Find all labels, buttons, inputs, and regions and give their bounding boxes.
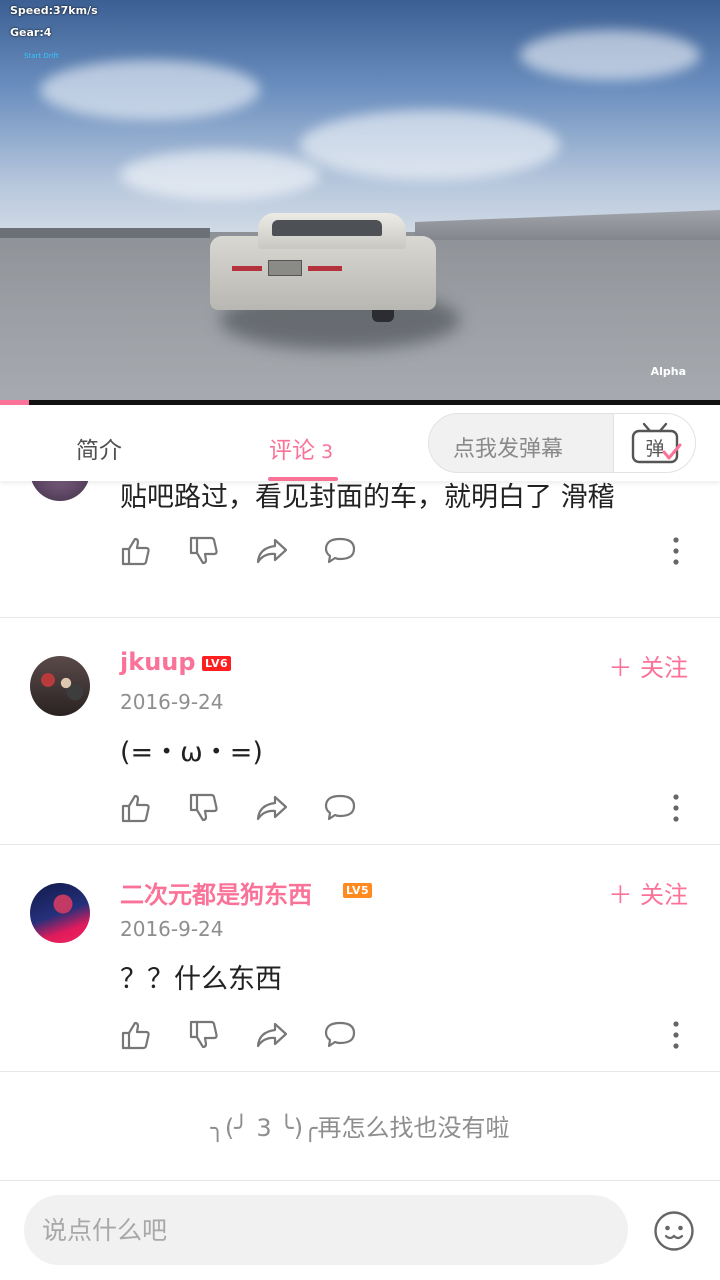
sky-cloud xyxy=(300,110,560,180)
plus-icon: ＋ xyxy=(608,881,640,909)
vertical-dots-icon xyxy=(673,1021,679,1049)
vertical-dots-icon xyxy=(673,537,679,565)
emoji-icon xyxy=(654,1211,694,1251)
thumbs-down-icon xyxy=(189,1020,218,1049)
reply-button[interactable] xyxy=(323,534,357,568)
tab-comments-count: 3 xyxy=(321,441,334,463)
reply-button[interactable] xyxy=(323,1018,357,1052)
barrier-left xyxy=(0,228,210,238)
danmaku-tv-icon: 弹 xyxy=(631,422,682,464)
sky-cloud xyxy=(40,60,260,120)
share-button[interactable] xyxy=(255,791,289,825)
avatar[interactable] xyxy=(30,883,90,943)
video-player[interactable]: Speed:37km/s Gear:4 Start Drift Alpha xyxy=(0,0,720,405)
tab-comments-label: 评论 xyxy=(269,438,315,464)
car-taillight xyxy=(232,266,262,271)
follow-label: 关注 xyxy=(640,881,688,909)
follow-button[interactable]: ＋ 关注 xyxy=(608,875,688,910)
speech-bubble-icon xyxy=(324,537,356,564)
comment-text: ？？什么东西 xyxy=(120,964,282,995)
comment-date: 2016-9-24 xyxy=(120,690,224,714)
thumbs-up-icon xyxy=(121,1021,150,1050)
barrier-right xyxy=(415,210,720,240)
car-taillight xyxy=(308,266,342,271)
avatar[interactable] xyxy=(30,656,90,716)
comment-date: 2016-9-24 xyxy=(120,917,224,941)
username[interactable]: jkuup xyxy=(120,648,196,676)
share-arrow-icon xyxy=(256,795,288,821)
level-badge: LV6 xyxy=(202,656,232,671)
more-options-button[interactable] xyxy=(666,791,686,825)
danmaku-entry[interactable]: 点我发弹幕 弹 xyxy=(428,413,696,473)
speech-bubble-icon xyxy=(324,794,356,821)
thumbs-down-icon xyxy=(189,536,218,565)
alpha-watermark: Alpha xyxy=(650,365,686,378)
gear-readout: Gear:4 xyxy=(10,26,52,39)
thumbs-down-icon xyxy=(189,793,218,822)
comment-item: jkuup LV6 ＋ 关注 2016-9-24 (=・ω・=) xyxy=(0,618,720,845)
dislike-button[interactable] xyxy=(187,1018,221,1052)
like-button[interactable] xyxy=(119,1018,153,1052)
share-button[interactable] xyxy=(255,1018,289,1052)
username[interactable]: 二次元都是狗东西 xyxy=(120,875,312,910)
like-button[interactable] xyxy=(119,791,153,825)
active-tab-indicator xyxy=(268,477,338,481)
tab-comments[interactable]: 评论 3 xyxy=(269,431,333,465)
thumbs-up-icon xyxy=(121,794,150,823)
speech-bubble-icon xyxy=(324,1021,356,1048)
share-arrow-icon xyxy=(256,1022,288,1048)
tab-intro[interactable]: 简介 xyxy=(76,431,122,465)
follow-label: 关注 xyxy=(640,654,688,682)
thumbs-up-icon xyxy=(121,537,150,566)
comment-input-bar xyxy=(0,1180,720,1280)
more-options-button[interactable] xyxy=(666,1018,686,1052)
danmaku-placeholder: 点我发弹幕 xyxy=(453,437,564,462)
end-of-list-message: ╮(╯ 3 ╰)╭再怎么找也没有啦 xyxy=(210,1114,510,1142)
danmaku-toggle-button[interactable]: 弹 xyxy=(613,414,695,472)
car-rear-window xyxy=(272,220,382,236)
share-button[interactable] xyxy=(255,534,289,568)
car-license-plate xyxy=(268,260,302,276)
dislike-button[interactable] xyxy=(187,791,221,825)
comment-text: (=・ω・=) xyxy=(120,737,263,768)
comment-item: 二次元都是狗东西 LV5 ＋ 关注 2016-9-24 ？？什么东西 xyxy=(0,845,720,1072)
sky-cloud xyxy=(520,30,700,80)
more-options-button[interactable] xyxy=(666,534,686,568)
level-badge: LV5 xyxy=(343,883,373,898)
like-button[interactable] xyxy=(119,534,153,568)
reply-button[interactable] xyxy=(323,791,357,825)
danmaku-icon-char: 弹 xyxy=(645,438,664,460)
sky-cloud xyxy=(120,150,320,200)
follow-button[interactable]: ＋ 关注 xyxy=(608,648,688,683)
dislike-button[interactable] xyxy=(187,534,221,568)
speed-readout: Speed:37km/s xyxy=(10,4,98,17)
tab-bar: 简介 评论 3 点我发弹幕 弹 xyxy=(0,405,720,481)
drift-hint: Start Drift xyxy=(24,52,59,60)
emoji-button[interactable] xyxy=(652,1209,696,1253)
comment-input[interactable] xyxy=(24,1195,628,1265)
vertical-dots-icon xyxy=(673,794,679,822)
plus-icon: ＋ xyxy=(608,654,640,682)
share-arrow-icon xyxy=(256,538,288,564)
